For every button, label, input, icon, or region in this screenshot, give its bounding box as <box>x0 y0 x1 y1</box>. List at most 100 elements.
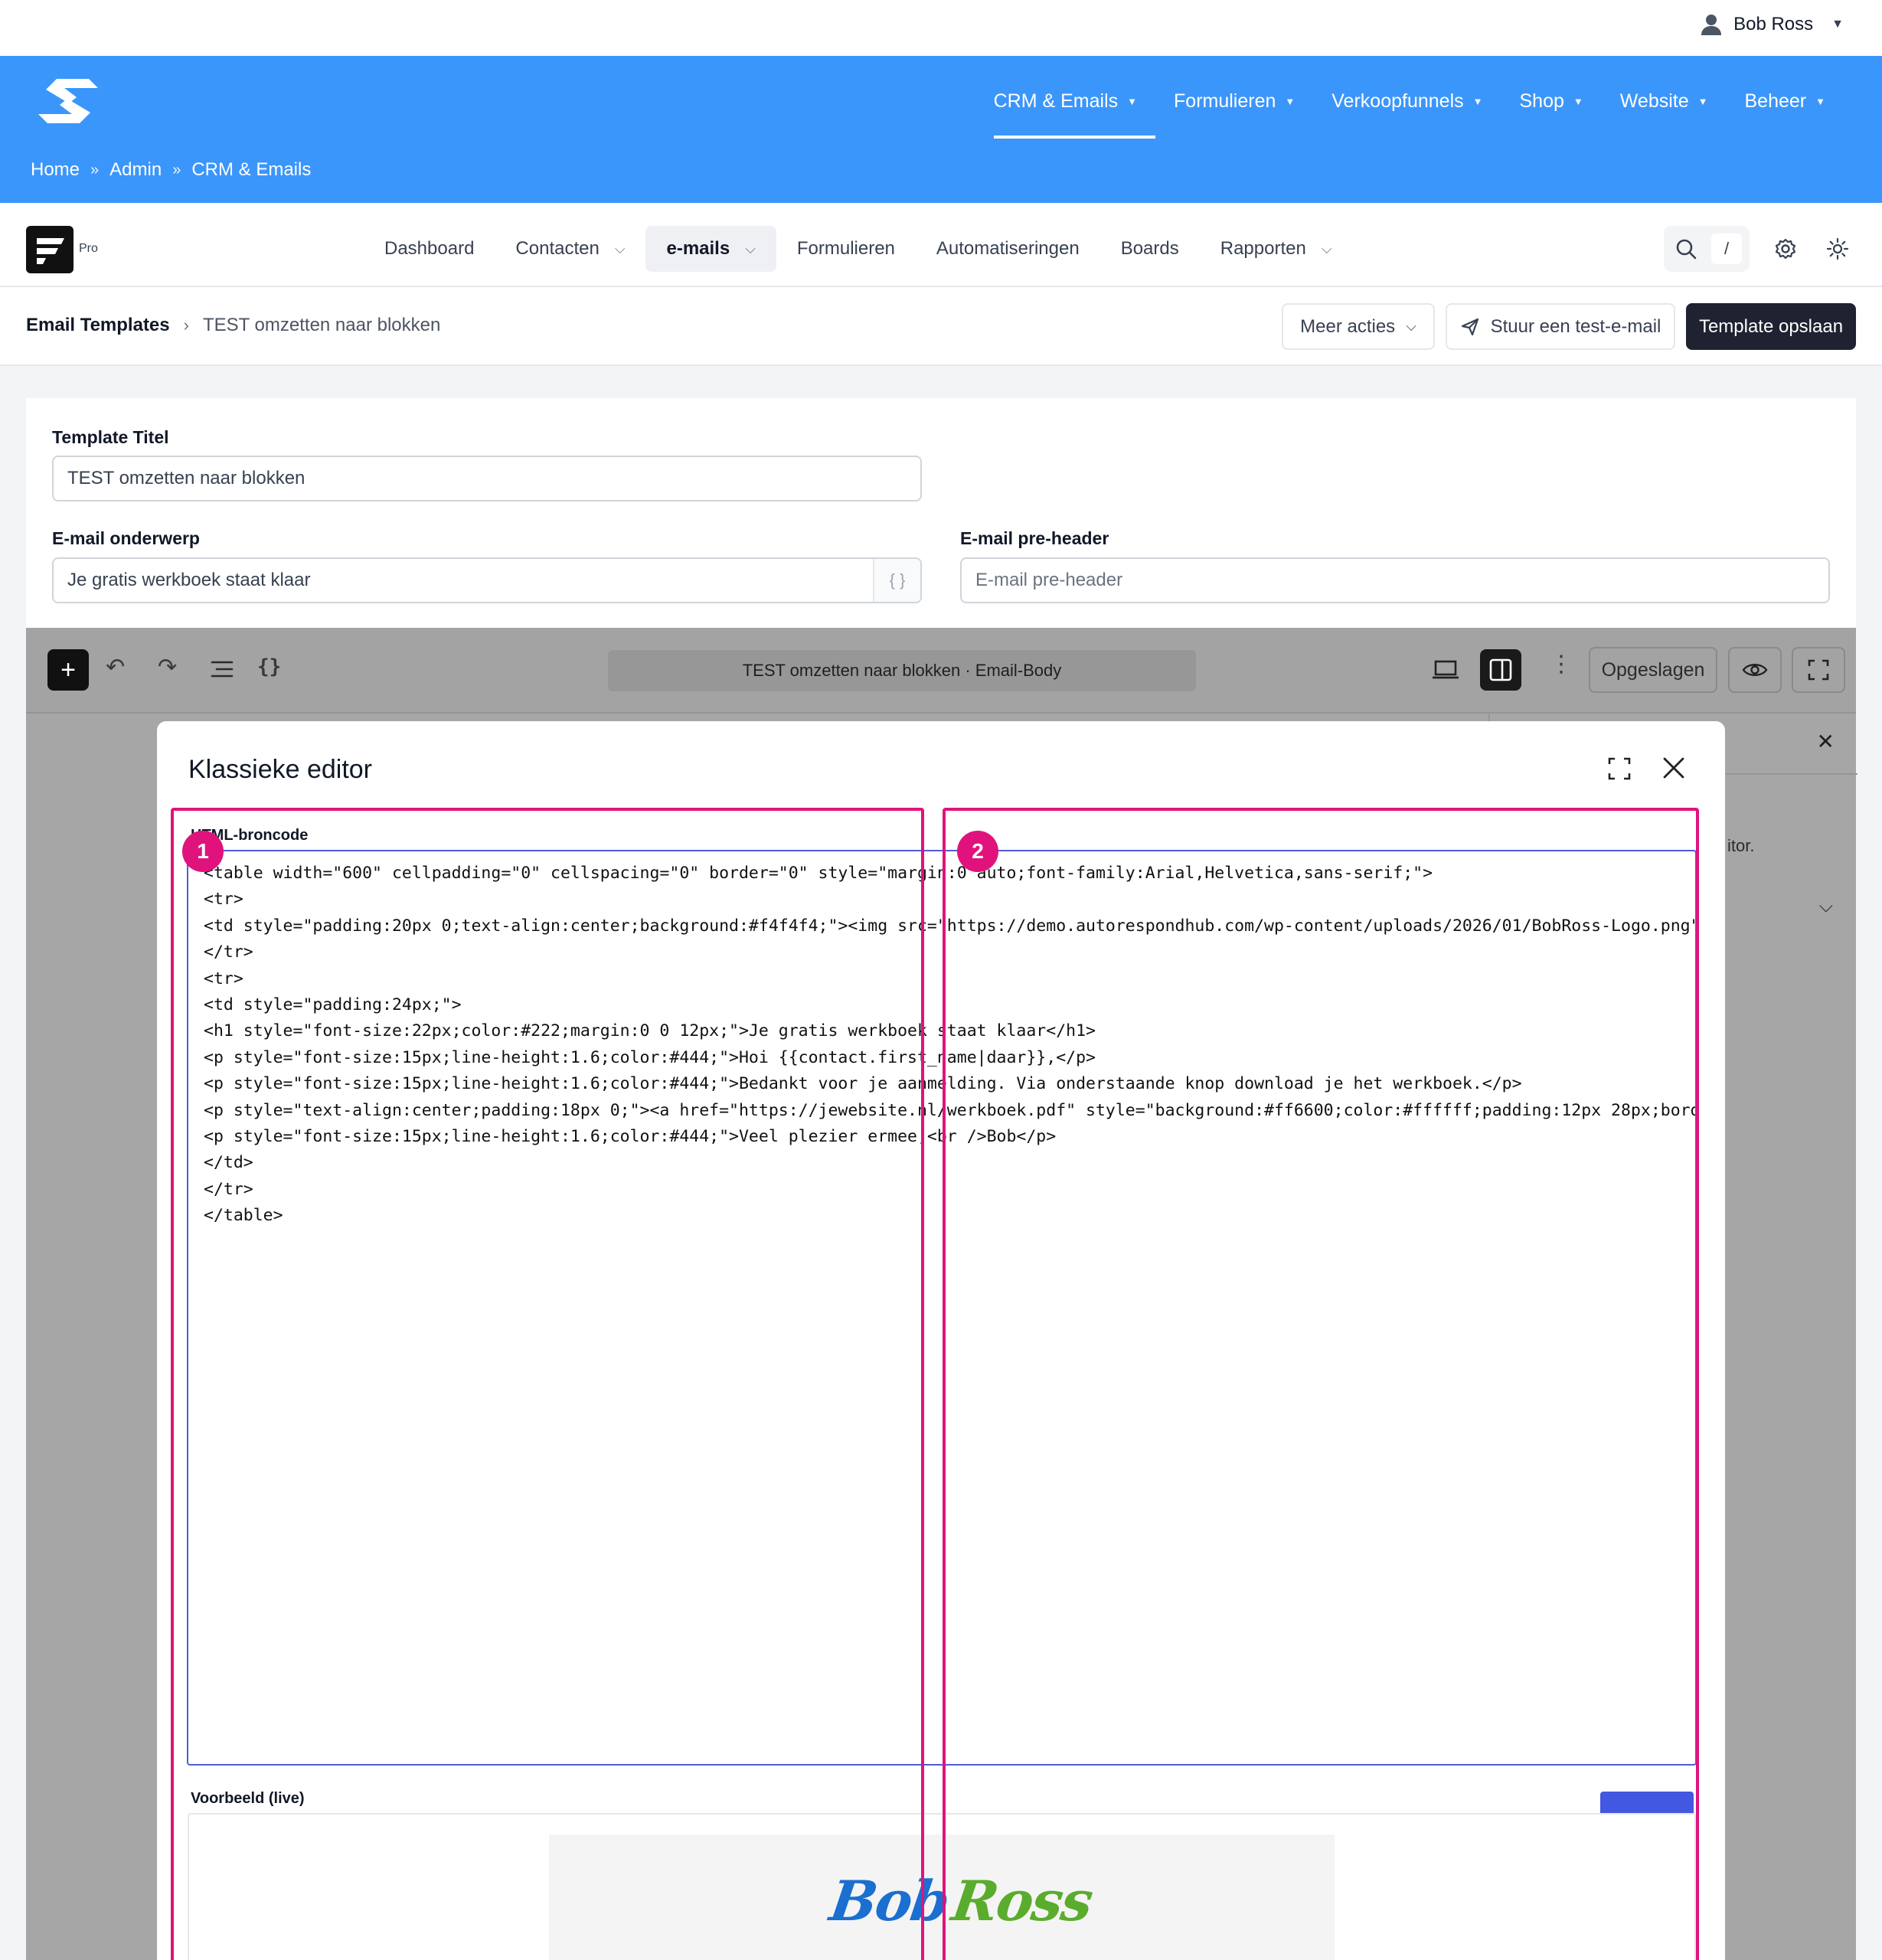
nav-verkoopfunnels[interactable]: Verkoopfunnels ▼ <box>1313 56 1501 146</box>
nav-shop[interactable]: Shop ▼ <box>1501 56 1602 146</box>
tab-dashboard[interactable]: Dashboard <box>364 226 495 272</box>
template-settings-card: Template Titel TEST omzetten naar blokke… <box>26 398 1856 628</box>
preview-button[interactable] <box>1728 647 1782 693</box>
nav-beheer[interactable]: Beheer ▼ <box>1727 56 1844 146</box>
nav-label: Shop <box>1519 90 1564 112</box>
modal-title: Klassieke editor <box>188 755 373 784</box>
send-test-email-button[interactable]: Stuur een test-e-mail <box>1446 303 1675 350</box>
theme-toggle-button[interactable] <box>1821 232 1854 266</box>
breadcrumb-separator: » <box>172 161 181 178</box>
more-actions-button[interactable]: Meer acties ⌵ <box>1282 303 1435 350</box>
page-header: Email Templates › TEST omzetten naar blo… <box>0 287 1882 366</box>
tab-formulieren[interactable]: Formulieren <box>776 226 916 272</box>
fullscreen-button[interactable] <box>1792 647 1845 693</box>
close-icon[interactable] <box>1661 756 1686 780</box>
email-subject-input[interactable]: Je gratis werkboek staat klaar { } <box>52 557 922 603</box>
tab-e-mails[interactable]: e-mails ⌵ <box>645 226 776 272</box>
tab-label: Automatiseringen <box>936 238 1080 259</box>
nav-website[interactable]: Website ▼ <box>1602 56 1727 146</box>
settings-button[interactable] <box>1769 232 1802 266</box>
nav-label: Website <box>1619 90 1689 112</box>
caret-down-icon: ▼ <box>1815 95 1825 107</box>
app-tabs: Dashboard Contacten ⌵ e-mails ⌵ Formuliere… <box>364 226 1352 272</box>
plan-badge: Pro <box>79 242 98 255</box>
tab-automatiseringen[interactable]: Automatiseringen <box>916 226 1100 272</box>
nav-crm-emails[interactable]: CRM & Emails ▼ <box>975 56 1156 146</box>
more-options-icon[interactable]: ⋮ <box>1550 651 1573 678</box>
breadcrumb-home[interactable]: Home <box>31 159 80 181</box>
button-label: Meer acties <box>1300 315 1396 337</box>
saved-status-button[interactable]: Opgeslagen <box>1589 647 1717 693</box>
sun-icon <box>1826 237 1849 260</box>
editor-toolbar: + ↶ ↷ {} TEST omzetten naar blokken · Em… <box>26 628 1856 714</box>
search-button[interactable]: / <box>1664 226 1750 272</box>
caret-down-icon: ▼ <box>1127 95 1138 107</box>
maximize-icon[interactable] <box>1607 756 1632 781</box>
breadcrumb-email-templates[interactable]: Email Templates <box>26 315 170 336</box>
top-bar: Bob Ross ▼ <box>0 0 1882 56</box>
save-template-button[interactable]: Template opslaan <box>1686 303 1856 350</box>
sidebar-icon <box>1489 658 1512 681</box>
chevron-down-icon: ⌵ <box>1406 318 1416 334</box>
input-value: TEST omzetten naar blokken <box>67 468 305 488</box>
nav-label: Verkoopfunnels <box>1331 90 1464 112</box>
document-title[interactable]: TEST omzetten naar blokken · Email-Body <box>608 650 1196 691</box>
nav-label: Beheer <box>1744 90 1807 112</box>
annotation-badge-1: 1 <box>182 831 224 872</box>
main-nav: CRM & Emails ▼ Formulieren ▼ Verkoopfunnel… <box>975 56 1844 146</box>
site-header: CRM & Emails ▼ Formulieren ▼ Verkoopfunnel… <box>0 56 1882 203</box>
undo-icon[interactable]: ↶ <box>106 654 125 681</box>
gear-icon <box>1775 238 1796 260</box>
close-icon[interactable]: ✕ <box>1817 729 1835 754</box>
page-title: TEST omzetten naar blokken <box>202 315 441 335</box>
tab-rapporten[interactable]: Rapporten ⌵ <box>1200 226 1353 272</box>
chevron-down-icon: ⌵ <box>745 240 756 256</box>
sidebar-toggle-button[interactable] <box>1480 649 1521 691</box>
chevron-down-icon: ⌵ <box>1321 240 1332 256</box>
tab-boards[interactable]: Boards <box>1100 226 1200 272</box>
button-label: Stuur een test-e-mail <box>1490 315 1661 337</box>
template-title-input[interactable]: TEST omzetten naar blokken <box>52 456 922 501</box>
tab-label: Dashboard <box>384 238 475 259</box>
app-nav: Pro Dashboard Contacten ⌵ e-mails ⌵ Formul… <box>0 203 1882 287</box>
merge-tag-button[interactable]: { } <box>873 559 920 602</box>
nav-label: CRM & Emails <box>993 90 1119 112</box>
caret-down-icon: ▼ <box>1697 95 1708 107</box>
redo-icon[interactable]: ↷ <box>158 654 177 681</box>
app-logo[interactable] <box>26 226 74 273</box>
desktop-preview-icon[interactable] <box>1432 658 1459 681</box>
input-value: Je gratis werkboek staat klaar <box>67 570 311 590</box>
email-subject-label: E-mail onderwerp <box>52 528 200 548</box>
tab-contacten[interactable]: Contacten ⌵ <box>495 226 645 272</box>
code-icon[interactable]: {} <box>257 655 281 678</box>
app-logo-mark <box>37 238 64 264</box>
site-logo[interactable] <box>34 74 103 128</box>
caret-down-icon: ▼ <box>1831 18 1844 31</box>
template-title-label: Template Titel <box>52 427 169 447</box>
search-shortcut-key: / <box>1711 234 1742 264</box>
chevron-right-icon: › <box>183 315 189 335</box>
chevron-down-icon[interactable]: ⌵ <box>1819 896 1833 917</box>
user-menu[interactable]: Bob Ross ▼ <box>1700 13 1844 36</box>
breadcrumb-admin[interactable]: Admin <box>109 159 162 181</box>
annotation-badge-2: 2 <box>957 831 998 872</box>
nav-label: Formulieren <box>1174 90 1276 112</box>
expand-icon <box>1808 659 1829 681</box>
tab-label: Boards <box>1120 238 1179 259</box>
document-title-text: TEST omzetten naar blokken · Email-Body <box>742 661 1062 680</box>
add-block-button[interactable]: + <box>47 649 89 691</box>
send-icon <box>1461 318 1478 335</box>
breadcrumb-crm-emails[interactable]: CRM & Emails <box>191 159 311 181</box>
breadcrumb: Home » Admin » CRM & Emails <box>31 159 311 181</box>
sidebar-text: itor. <box>1727 836 1755 855</box>
search-icon <box>1676 239 1697 260</box>
tab-label: Formulieren <box>796 238 895 259</box>
nav-formulieren[interactable]: Formulieren ▼ <box>1155 56 1313 146</box>
tab-label: Contacten <box>515 238 600 259</box>
input-placeholder: E-mail pre-header <box>975 570 1123 590</box>
email-preheader-input[interactable]: E-mail pre-header <box>960 557 1830 603</box>
user-icon <box>1701 15 1722 35</box>
button-label: Template opslaan <box>1698 315 1844 337</box>
chevron-down-icon: ⌵ <box>614 240 626 256</box>
list-view-icon[interactable] <box>210 658 234 680</box>
